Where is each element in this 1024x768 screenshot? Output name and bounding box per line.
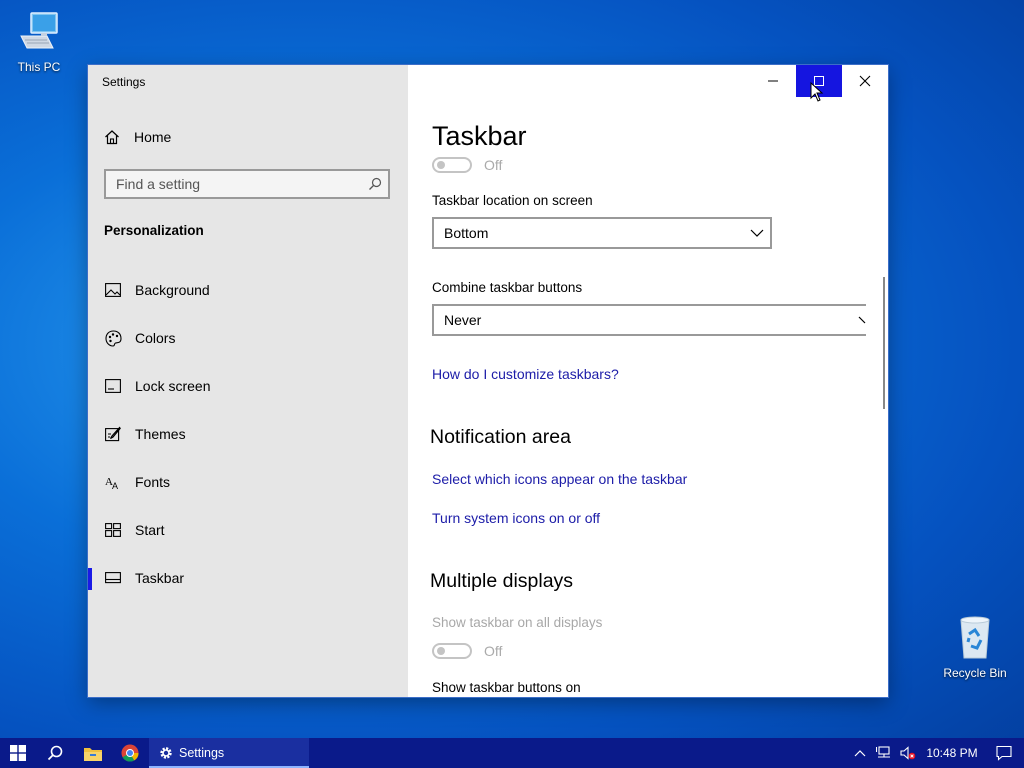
taskbar-settings-label: Settings xyxy=(179,746,225,760)
chrome-icon xyxy=(121,744,139,762)
desktop-icon-label: Recycle Bin xyxy=(943,666,1007,680)
gear-icon xyxy=(160,747,172,759)
multiple-displays-heading: Multiple displays xyxy=(430,570,574,592)
sidebar-item-label: Taskbar xyxy=(135,570,185,586)
chrome-button[interactable] xyxy=(113,738,147,768)
content-scrollbar[interactable] xyxy=(883,277,885,409)
page-title: Taskbar xyxy=(432,121,527,151)
search-icon xyxy=(47,745,63,761)
settings-window: Settings Home Personalization Background xyxy=(88,65,888,697)
network-icon xyxy=(876,746,890,758)
combine-dropdown[interactable]: Never xyxy=(432,304,866,336)
desktop-icon-label: This PC xyxy=(17,60,61,74)
content-pane: Taskbar Off Taskbar location on screen B… xyxy=(408,65,888,697)
notification-icon xyxy=(996,745,1012,761)
search-box xyxy=(104,169,390,199)
show-all-toggle-row: Off xyxy=(432,643,502,659)
sidebar-item-label: Themes xyxy=(135,426,186,442)
sidebar-item-label: Lock screen xyxy=(135,378,211,394)
taskbar-settings-app[interactable]: Settings xyxy=(149,738,309,768)
desktop-icon-recycle-bin[interactable]: Recycle Bin xyxy=(940,614,1010,680)
image-icon xyxy=(104,281,122,299)
taskbar-icon xyxy=(104,569,122,587)
volume-button[interactable] xyxy=(896,738,920,768)
system-icons-link[interactable]: Turn system icons on or off xyxy=(432,510,600,526)
close-button[interactable] xyxy=(842,65,888,97)
close-icon xyxy=(859,75,871,87)
top-toggle-switch[interactable] xyxy=(432,157,472,173)
search-icon[interactable] xyxy=(368,177,382,191)
sidebar-item-fonts[interactable]: AA Fonts xyxy=(88,458,408,506)
sidebar-item-label: Background xyxy=(135,282,210,298)
home-label: Home xyxy=(134,129,172,145)
sidebar-item-colors[interactable]: Colors xyxy=(88,314,408,362)
select-icons-link[interactable]: Select which icons appear on the taskbar xyxy=(432,471,687,487)
combine-value: Never xyxy=(444,312,482,328)
chevron-up-icon xyxy=(854,750,866,757)
location-dropdown[interactable]: Bottom xyxy=(432,217,772,249)
taskbar: Settings 10:48 PM xyxy=(0,738,1024,768)
mouse-cursor-icon xyxy=(810,82,824,102)
sidebar-item-lock-screen[interactable]: Lock screen xyxy=(88,362,408,410)
computer-icon xyxy=(20,12,58,49)
show-all-displays-label: Show taskbar on all displays xyxy=(432,615,603,630)
home-link[interactable]: Home xyxy=(104,129,171,145)
home-icon xyxy=(105,130,119,145)
search-button[interactable] xyxy=(38,738,72,768)
system-tray: 10:48 PM xyxy=(848,738,1024,768)
minimize-button[interactable] xyxy=(750,65,796,97)
sidebar-item-themes[interactable]: Themes xyxy=(88,410,408,458)
location-value: Bottom xyxy=(444,225,489,241)
svg-text:A: A xyxy=(112,481,118,490)
clock[interactable]: 10:48 PM xyxy=(920,746,984,760)
folder-icon xyxy=(84,747,102,761)
start-tiles-icon xyxy=(104,521,122,539)
top-toggle-row: Off xyxy=(432,157,502,173)
sidebar-item-taskbar[interactable]: Taskbar xyxy=(88,554,408,602)
network-button[interactable] xyxy=(872,738,896,768)
sidebar-item-label: Colors xyxy=(135,330,176,346)
fonts-icon: AA xyxy=(104,473,122,491)
sidebar-item-background[interactable]: Background xyxy=(88,266,408,314)
lock-screen-icon xyxy=(104,377,122,395)
file-explorer-button[interactable] xyxy=(76,738,110,768)
start-button[interactable] xyxy=(0,738,36,768)
sidebar-nav: Background Colors Lock screen Themes A A… xyxy=(88,266,408,602)
show-all-toggle-switch[interactable] xyxy=(432,643,472,659)
sidebar-item-start[interactable]: Start xyxy=(88,506,408,554)
section-title: Personalization xyxy=(104,223,204,238)
action-center-button[interactable] xyxy=(984,738,1024,768)
location-label: Taskbar location on screen xyxy=(432,193,593,208)
chevron-down-icon xyxy=(750,229,764,237)
show-all-toggle-state: Off xyxy=(484,643,503,659)
sidebar: Settings Home Personalization Background xyxy=(88,65,408,697)
window-title: Settings xyxy=(102,75,146,89)
top-toggle-state: Off xyxy=(484,157,503,173)
volume-muted-icon xyxy=(900,746,916,760)
notification-area-heading: Notification area xyxy=(430,426,571,448)
combine-label: Combine taskbar buttons xyxy=(432,280,583,295)
themes-brush-icon xyxy=(104,425,122,443)
chevron-down-icon xyxy=(858,316,866,324)
minimize-icon xyxy=(768,80,778,82)
sidebar-item-label: Fonts xyxy=(135,474,171,490)
recycle-bin-icon xyxy=(960,616,990,659)
customize-taskbars-link[interactable]: How do I customize taskbars? xyxy=(432,366,619,382)
show-buttons-on-label: Show taskbar buttons on xyxy=(432,680,581,695)
windows-logo-icon xyxy=(10,745,26,761)
sidebar-item-label: Start xyxy=(135,522,165,538)
palette-icon xyxy=(104,329,122,347)
search-input[interactable] xyxy=(106,171,356,197)
desktop-icon-this-pc[interactable]: This PC xyxy=(4,10,74,74)
show-hidden-icons-button[interactable] xyxy=(848,738,872,768)
